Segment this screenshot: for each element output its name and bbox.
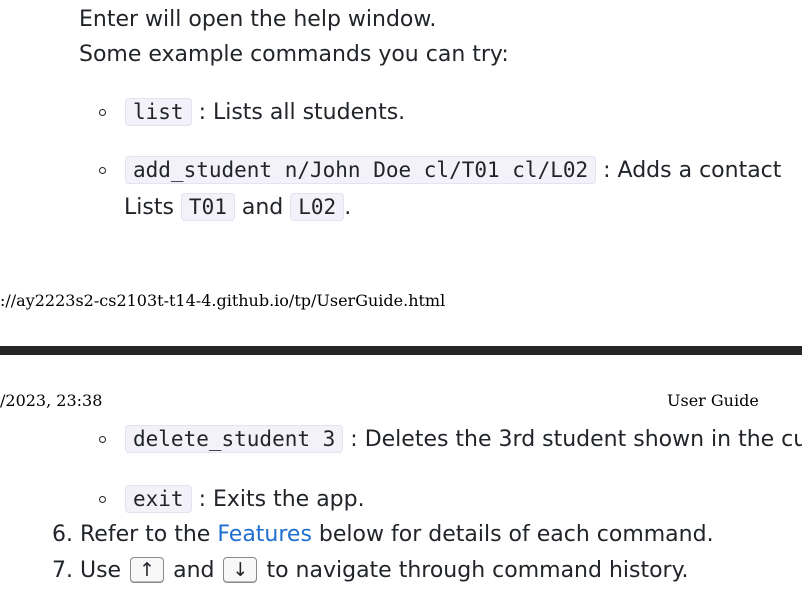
intro-line-help-window: Enter will open the help window. <box>79 7 437 32</box>
continuation-end: . <box>344 195 352 220</box>
step-text: Refer to the <box>73 522 218 547</box>
command-description: : Adds a contact <box>596 158 782 183</box>
continuation-joiner: and <box>234 195 291 220</box>
command-code: exit <box>125 485 192 513</box>
print-header-title: User Guide <box>667 391 759 410</box>
step-7: 7. Use ↑ and ↓ to navigate through comma… <box>52 556 688 586</box>
features-link[interactable]: Features <box>217 522 312 547</box>
command-code: add_student n/John Doe cl/T01 cl/L02 <box>125 156 597 184</box>
step-text: and <box>166 558 222 583</box>
command-code: delete_student 3 <box>125 425 344 453</box>
printed-page-top: Enter will open the help window. Some ex… <box>0 0 802 345</box>
arrow-up-key-icon: ↑ <box>130 557 165 583</box>
example-add-student-continuation: Lists T01 and L02. <box>124 192 351 223</box>
example-add-student: add_student n/John Doe cl/T01 cl/L02 : A… <box>125 155 781 186</box>
command-description: : Lists all students. <box>191 100 406 125</box>
step-text: Use <box>73 558 129 583</box>
command-description: : Deletes the 3rd student shown in the c… <box>343 427 802 452</box>
page-break-bar <box>0 346 802 355</box>
example-exit: exit : Exits the app. <box>125 484 365 515</box>
step-number: 6. <box>52 522 73 547</box>
step-6: 6. Refer to the Features below for detai… <box>52 520 714 550</box>
command-code: list <box>125 98 192 126</box>
list-bullet <box>99 496 106 503</box>
printed-page-bottom: /2023, 23:38 User Guide delete_student 3… <box>0 356 802 598</box>
print-header-datetime: /2023, 23:38 <box>0 391 103 410</box>
example-list: list : Lists all students. <box>125 97 405 128</box>
page-break-divider <box>0 345 802 356</box>
command-description: : Exits the app. <box>191 487 365 512</box>
class-code: L02 <box>290 193 345 221</box>
list-bullet <box>99 436 106 443</box>
step-number: 7. <box>52 558 73 583</box>
print-footer-url: ://ay2223s2-cs2103t-t14-4.github.io/tp/U… <box>0 291 446 310</box>
arrow-down-key-icon: ↓ <box>223 557 258 583</box>
example-delete-student: delete_student 3 : Deletes the 3rd stude… <box>125 424 802 455</box>
continuation-prefix: Lists <box>124 195 181 220</box>
step-text: to navigate through command history. <box>259 558 689 583</box>
intro-line-examples: Some example commands you can try: <box>79 42 509 67</box>
step-text: below for details of each command. <box>311 522 714 547</box>
list-bullet <box>99 109 106 116</box>
list-bullet <box>99 167 106 174</box>
class-code: T01 <box>180 193 235 221</box>
